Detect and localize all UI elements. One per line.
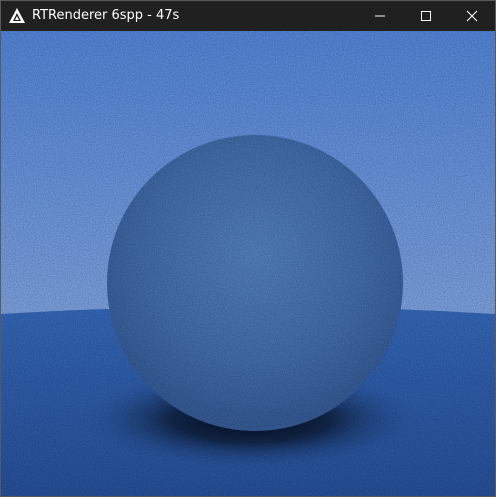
title-bar[interactable]: RTRenderer 6spp - 47s <box>1 1 495 31</box>
render-noise <box>1 31 495 496</box>
minimize-icon <box>374 7 386 26</box>
rendered-scene <box>1 31 495 496</box>
minimize-button[interactable] <box>357 1 403 31</box>
maximize-icon <box>420 7 432 26</box>
render-viewport <box>1 31 495 496</box>
close-button[interactable] <box>449 1 495 31</box>
app-window: RTRenderer 6spp - 47s <box>0 0 496 497</box>
triangle-logo-icon <box>8 7 26 25</box>
close-icon <box>466 7 478 26</box>
maximize-button[interactable] <box>403 1 449 31</box>
window-title: RTRenderer 6spp - 47s <box>32 8 180 23</box>
